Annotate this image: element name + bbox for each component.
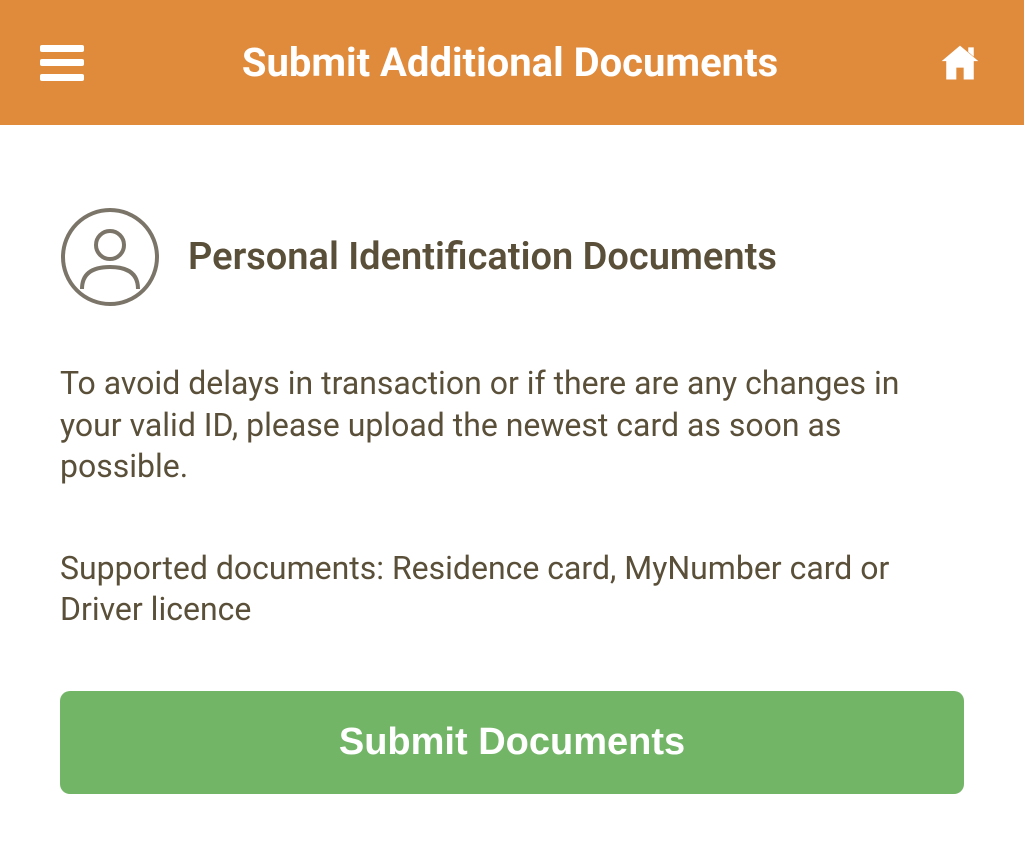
hamburger-menu-icon[interactable] — [40, 45, 84, 81]
person-icon — [60, 207, 160, 307]
page-title: Submit Additional Documents — [84, 39, 936, 86]
section-header: Personal Identification Documents — [60, 207, 964, 307]
submit-documents-button[interactable]: Submit Documents — [60, 691, 964, 794]
app-header: Submit Additional Documents — [0, 0, 1024, 125]
section-title: Personal Identification Documents — [188, 235, 777, 279]
supported-documents-text: Supported documents: Residence card, MyN… — [60, 548, 964, 631]
home-icon[interactable] — [936, 41, 984, 85]
description-text: To avoid delays in transaction or if the… — [60, 363, 964, 488]
main-content: Personal Identification Documents To avo… — [0, 125, 1024, 794]
